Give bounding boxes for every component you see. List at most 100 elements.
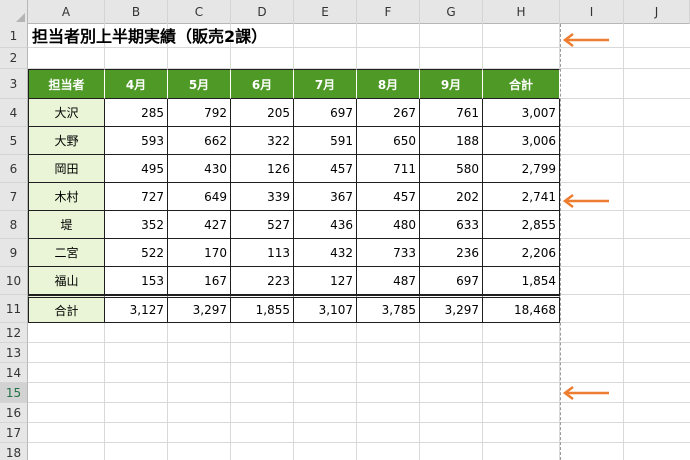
total-value-cell[interactable]: 3,107: [294, 295, 357, 323]
value-cell[interactable]: 457: [294, 155, 357, 183]
value-cell[interactable]: 2,855: [483, 211, 560, 239]
sheet-title-cell[interactable]: 担当者別上半期実績（販売2課）: [32, 25, 267, 49]
value-cell[interactable]: 436: [294, 211, 357, 239]
salesperson-name-cell[interactable]: 大沢: [28, 99, 105, 127]
value-cell[interactable]: 202: [420, 183, 483, 211]
value-cell[interactable]: 322: [231, 127, 294, 155]
value-cell[interactable]: 267: [357, 99, 420, 127]
value-cell[interactable]: 113: [231, 239, 294, 267]
table-header-cell[interactable]: 8月: [357, 69, 420, 99]
value-cell[interactable]: 650: [357, 127, 420, 155]
value-cell[interactable]: 236: [420, 239, 483, 267]
column-header-e[interactable]: E: [294, 0, 357, 24]
column-header-j[interactable]: J: [624, 0, 690, 24]
value-cell[interactable]: 153: [105, 267, 168, 295]
value-cell[interactable]: 127: [294, 267, 357, 295]
row-header-9[interactable]: 9: [0, 239, 28, 267]
column-header-g[interactable]: G: [420, 0, 483, 24]
value-cell[interactable]: 733: [357, 239, 420, 267]
salesperson-name-cell[interactable]: 堤: [28, 211, 105, 239]
value-cell[interactable]: 761: [420, 99, 483, 127]
value-cell[interactable]: 432: [294, 239, 357, 267]
column-header-b[interactable]: B: [105, 0, 168, 24]
value-cell[interactable]: 487: [357, 267, 420, 295]
value-cell[interactable]: 697: [420, 267, 483, 295]
value-cell[interactable]: 457: [357, 183, 420, 211]
select-all-corner[interactable]: [0, 0, 28, 24]
value-cell[interactable]: 697: [294, 99, 357, 127]
value-cell[interactable]: 480: [357, 211, 420, 239]
value-cell[interactable]: 223: [231, 267, 294, 295]
column-header-c[interactable]: C: [168, 0, 231, 24]
value-cell[interactable]: 727: [105, 183, 168, 211]
table-header-cell[interactable]: 合計: [483, 69, 560, 99]
value-cell[interactable]: 711: [357, 155, 420, 183]
table-header-cell[interactable]: 担当者: [28, 69, 105, 99]
total-value-cell[interactable]: 3,297: [168, 295, 231, 323]
total-value-cell[interactable]: 3,127: [105, 295, 168, 323]
salesperson-name-cell[interactable]: 岡田: [28, 155, 105, 183]
total-value-cell[interactable]: 3,297: [420, 295, 483, 323]
value-cell[interactable]: 352: [105, 211, 168, 239]
row-header-2[interactable]: 2: [0, 48, 28, 69]
value-cell[interactable]: 3,006: [483, 127, 560, 155]
total-label-cell[interactable]: 合計: [28, 295, 105, 323]
total-value-cell[interactable]: 1,855: [231, 295, 294, 323]
row-header-1[interactable]: 1: [0, 24, 28, 48]
value-cell[interactable]: 126: [231, 155, 294, 183]
value-cell[interactable]: 495: [105, 155, 168, 183]
row-header-14[interactable]: 14: [0, 363, 28, 383]
table-header-cell[interactable]: 7月: [294, 69, 357, 99]
column-header-a[interactable]: A: [28, 0, 105, 24]
value-cell[interactable]: 591: [294, 127, 357, 155]
row-header-6[interactable]: 6: [0, 155, 28, 183]
row-header-18[interactable]: 18: [0, 443, 28, 460]
row-header-5[interactable]: 5: [0, 127, 28, 155]
row-header-7[interactable]: 7: [0, 183, 28, 211]
salesperson-name-cell[interactable]: 大野: [28, 127, 105, 155]
column-header-i[interactable]: I: [560, 0, 624, 24]
table-header-cell[interactable]: 9月: [420, 69, 483, 99]
value-cell[interactable]: 593: [105, 127, 168, 155]
row-header-13[interactable]: 13: [0, 343, 28, 363]
value-cell[interactable]: 792: [168, 99, 231, 127]
value-cell[interactable]: 2,206: [483, 239, 560, 267]
value-cell[interactable]: 662: [168, 127, 231, 155]
value-cell[interactable]: 430: [168, 155, 231, 183]
value-cell[interactable]: 188: [420, 127, 483, 155]
value-cell[interactable]: 1,854: [483, 267, 560, 295]
row-header-15[interactable]: 15: [0, 383, 28, 403]
table-header-cell[interactable]: 5月: [168, 69, 231, 99]
value-cell[interactable]: 427: [168, 211, 231, 239]
salesperson-name-cell[interactable]: 福山: [28, 267, 105, 295]
value-cell[interactable]: 2,799: [483, 155, 560, 183]
row-header-12[interactable]: 12: [0, 323, 28, 343]
column-header-f[interactable]: F: [357, 0, 420, 24]
value-cell[interactable]: 522: [105, 239, 168, 267]
value-cell[interactable]: 633: [420, 211, 483, 239]
row-header-17[interactable]: 17: [0, 423, 28, 443]
total-value-cell[interactable]: 3,785: [357, 295, 420, 323]
value-cell[interactable]: 339: [231, 183, 294, 211]
salesperson-name-cell[interactable]: 木村: [28, 183, 105, 211]
table-header-cell[interactable]: 6月: [231, 69, 294, 99]
value-cell[interactable]: 649: [168, 183, 231, 211]
row-header-8[interactable]: 8: [0, 211, 28, 239]
salesperson-name-cell[interactable]: 二宮: [28, 239, 105, 267]
value-cell[interactable]: 170: [168, 239, 231, 267]
value-cell[interactable]: 2,741: [483, 183, 560, 211]
table-header-cell[interactable]: 4月: [105, 69, 168, 99]
value-cell[interactable]: 580: [420, 155, 483, 183]
value-cell[interactable]: 285: [105, 99, 168, 127]
row-header-16[interactable]: 16: [0, 403, 28, 423]
value-cell[interactable]: 527: [231, 211, 294, 239]
value-cell[interactable]: 3,007: [483, 99, 560, 127]
value-cell[interactable]: 367: [294, 183, 357, 211]
total-value-cell[interactable]: 18,468: [483, 295, 560, 323]
row-header-3[interactable]: 3: [0, 69, 28, 99]
column-header-h[interactable]: H: [483, 0, 560, 24]
row-header-10[interactable]: 10: [0, 267, 28, 295]
value-cell[interactable]: 167: [168, 267, 231, 295]
row-header-11[interactable]: 11: [0, 295, 28, 323]
value-cell[interactable]: 205: [231, 99, 294, 127]
